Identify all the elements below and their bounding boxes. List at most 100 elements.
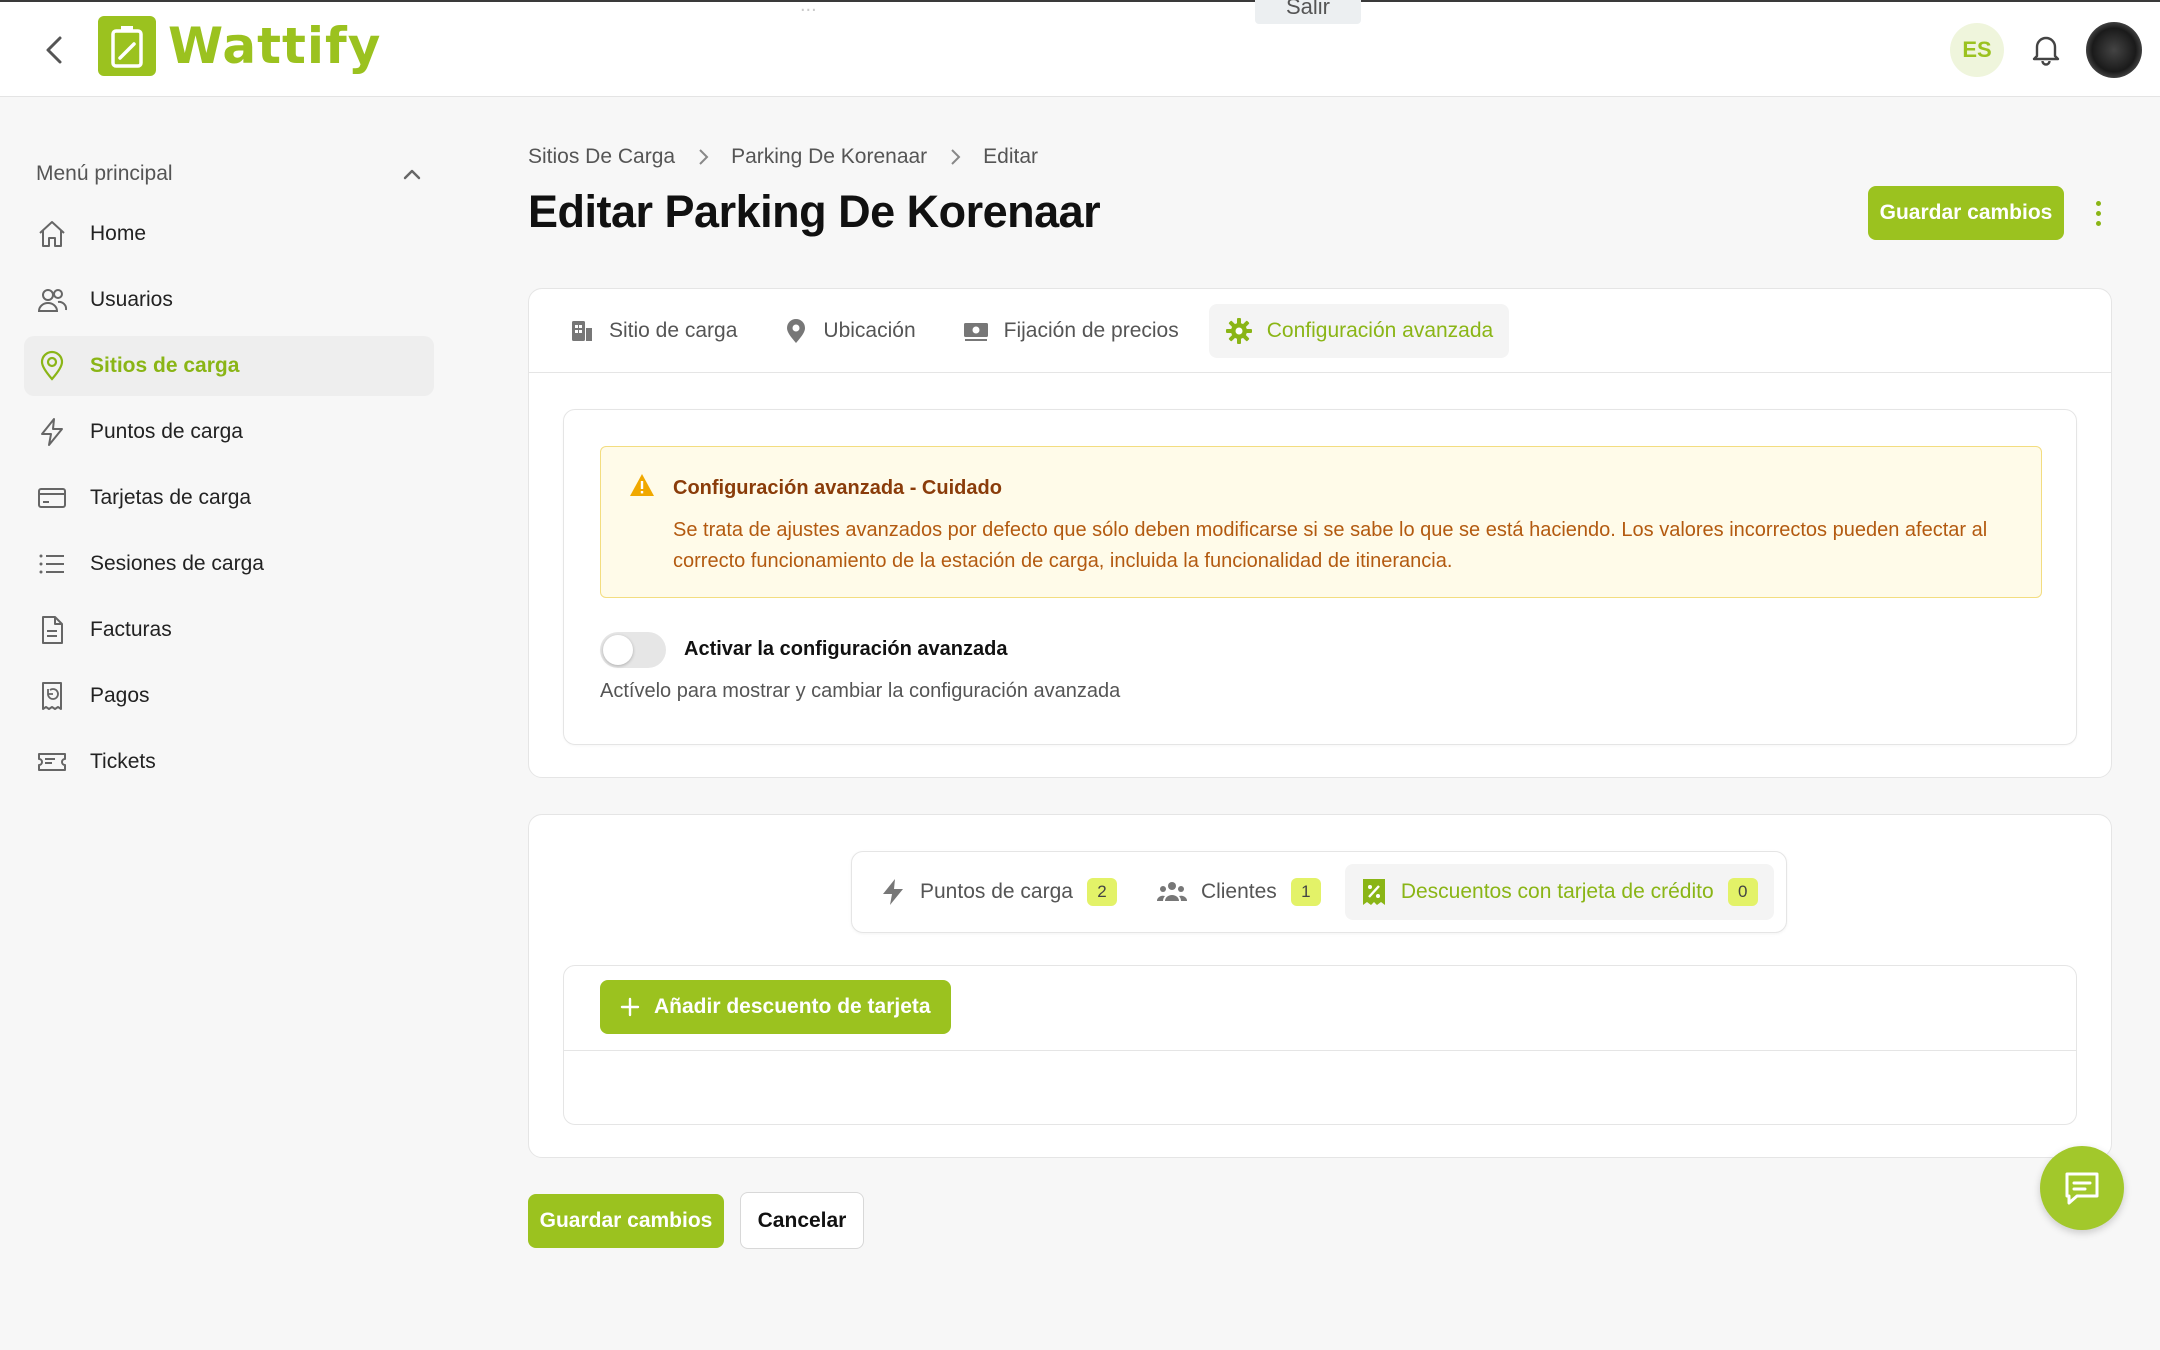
sidebar-item-pagos[interactable]: Pagos	[24, 666, 434, 726]
chevron-left-icon	[46, 36, 62, 64]
kebab-dot	[2095, 200, 2101, 206]
chat-bubble-icon	[2065, 1172, 2099, 1205]
plus-icon	[620, 997, 640, 1017]
tab-configuracion-avanzada[interactable]: Configuración avanzada	[1208, 303, 1510, 358]
breadcrumb-current: Editar	[983, 145, 1039, 168]
sidebar-item-label: Sesiones de carga	[90, 552, 264, 575]
building-icon	[572, 320, 592, 341]
tab-sitio-de-carga[interactable]: Sitio de carga	[553, 304, 753, 358]
warning-text: Se trata de ajustes avanzados por defect…	[673, 519, 1988, 572]
sidebar-section-title: Menú principal	[36, 162, 173, 185]
discounts-panel: Añadir descuento de tarjeta	[563, 965, 2077, 1125]
home-icon	[36, 218, 68, 250]
settings-tabs: Sitio de carga Ubicación Fijación de pre…	[529, 289, 2111, 373]
sidebar-item-label: Facturas	[90, 618, 172, 641]
settings-card: Sitio de carga Ubicación Fijación de pre…	[528, 288, 2112, 778]
sidebar-item-label: Sitios de carga	[90, 354, 240, 377]
subtab-label: Puntos de carga	[920, 880, 1073, 903]
sidebar-item-home[interactable]: Home	[24, 204, 434, 264]
gear-icon	[1225, 317, 1252, 344]
bolt-icon	[883, 879, 903, 905]
language-selector[interactable]: ES	[1950, 23, 2004, 77]
chevron-right-icon	[951, 149, 961, 165]
divider	[564, 1050, 2076, 1051]
user-avatar[interactable]	[2086, 22, 2142, 78]
chevron-up-icon	[403, 169, 421, 180]
receipt-icon	[36, 680, 68, 712]
add-button-label: Añadir descuento de tarjeta	[654, 995, 931, 1018]
kebab-dot	[2095, 210, 2101, 216]
tab-label: Fijación de precios	[1003, 318, 1179, 342]
save-changes-button-bottom[interactable]: Guardar cambios	[528, 1194, 724, 1248]
cancel-button[interactable]: Cancelar	[740, 1192, 864, 1249]
more-options-button[interactable]	[2086, 196, 2110, 230]
warning-triangle-icon	[630, 474, 654, 496]
top-bar: Wattify ... Salir ES	[0, 0, 2160, 97]
breadcrumb-item[interactable]: Parking De Korenaar	[731, 145, 927, 169]
warning-alert: Configuración avanzada - Cuidado Se trat…	[600, 446, 2042, 598]
subtab-clientes[interactable]: Clientes 1	[1141, 864, 1337, 920]
bolt-icon	[36, 416, 68, 448]
subtab-puntos-de-carga[interactable]: Puntos de carga 2	[864, 864, 1133, 920]
list-icon	[36, 548, 68, 580]
background-exit-button[interactable]: Salir	[1255, 0, 1361, 24]
sidebar-item-sesiones-de-carga[interactable]: Sesiones de carga	[24, 534, 434, 594]
bell-icon	[2032, 36, 2060, 66]
save-changes-button[interactable]: Guardar cambios	[1868, 186, 2064, 240]
sidebar-item-tarjetas-de-carga[interactable]: Tarjetas de carga	[24, 468, 434, 528]
toggle-help-text: Actívelo para mostrar y cambiar la confi…	[600, 680, 1121, 702]
group-icon	[1156, 882, 1187, 901]
tab-label: Sitio de carga	[609, 318, 738, 342]
map-pin-icon	[36, 350, 68, 382]
sidebar-item-usuarios[interactable]: Usuarios	[24, 270, 434, 330]
count-badge: 2	[1086, 878, 1117, 906]
chevron-right-icon	[699, 149, 709, 165]
breadcrumb: Sitios De Carga Parking De Korenaar Edit…	[528, 145, 1038, 169]
sidebar-item-puntos-de-carga[interactable]: Puntos de carga	[24, 402, 434, 462]
sidebar-section-header[interactable]: Menú principal	[24, 150, 434, 198]
notifications-button[interactable]	[2028, 32, 2064, 68]
battery-logo-icon	[98, 16, 156, 76]
subtab-label: Descuentos con tarjeta de crédito	[1400, 880, 1714, 903]
warning-title: Configuración avanzada - Cuidado	[673, 477, 1002, 499]
add-card-discount-button[interactable]: Añadir descuento de tarjeta	[600, 980, 951, 1034]
app-name: Wattify	[168, 17, 382, 75]
sidebar-item-label: Tickets	[90, 750, 156, 773]
sidebar: Menú principal Home Usuarios Sitios de c…	[24, 150, 434, 792]
related-data-card: Puntos de carga 2 Clientes 1 Descuentos …	[528, 814, 2112, 1158]
page-title: Editar Parking De Korenaar	[528, 186, 1101, 237]
location-icon	[787, 318, 806, 343]
tab-label: Ubicación	[823, 318, 916, 342]
sidebar-item-label: Pagos	[90, 684, 150, 707]
advanced-settings-panel: Configuración avanzada - Cuidado Se trat…	[563, 409, 2077, 745]
tab-fijacion-de-precios[interactable]: Fijación de precios	[946, 304, 1195, 358]
toggle-knob	[603, 635, 633, 665]
ticket-icon	[36, 746, 68, 778]
toggle-label: Activar la configuración avanzada	[684, 638, 1008, 660]
app-logo[interactable]: Wattify	[98, 16, 381, 76]
sidebar-item-label: Home	[90, 222, 147, 245]
tab-label: Configuración avanzada	[1266, 318, 1494, 342]
back-button[interactable]	[36, 32, 72, 68]
sidebar-item-facturas[interactable]: Facturas	[24, 600, 434, 660]
discount-icon	[1362, 879, 1385, 905]
related-tabs: Puntos de carga 2 Clientes 1 Descuentos …	[851, 851, 1787, 933]
subtab-descuentos-tarjeta[interactable]: Descuentos con tarjeta de crédito 0	[1344, 864, 1774, 920]
document-icon	[36, 614, 68, 646]
credit-card-icon	[36, 482, 68, 514]
count-badge: 0	[1727, 878, 1758, 906]
sidebar-item-tickets[interactable]: Tickets	[24, 732, 434, 792]
tab-ubicacion[interactable]: Ubicación	[767, 304, 931, 358]
advanced-config-toggle[interactable]	[600, 632, 666, 668]
kebab-dot	[2095, 220, 2101, 226]
chat-button[interactable]	[2040, 1146, 2124, 1230]
subtab-label: Clientes	[1200, 880, 1277, 903]
breadcrumb-item[interactable]: Sitios De Carga	[528, 145, 675, 169]
count-badge: 1	[1290, 878, 1321, 906]
money-icon	[963, 322, 988, 341]
sidebar-item-sitios-de-carga[interactable]: Sitios de carga	[24, 336, 434, 396]
background-banner-text: ...	[800, 0, 817, 16]
sidebar-item-label: Puntos de carga	[90, 420, 243, 443]
sidebar-item-label: Usuarios	[90, 288, 173, 311]
sidebar-item-label: Tarjetas de carga	[90, 486, 252, 509]
